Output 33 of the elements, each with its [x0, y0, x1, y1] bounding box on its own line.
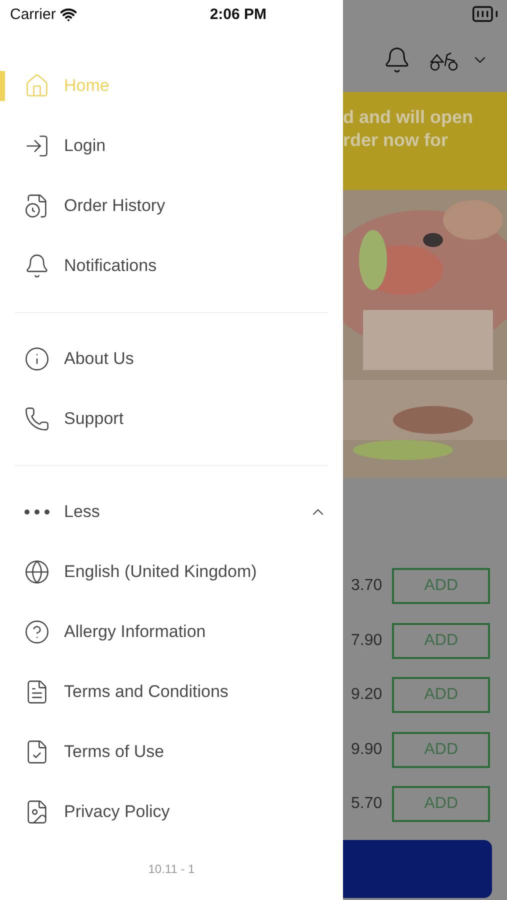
menu-item[interactable]: Terms of Use	[0, 722, 343, 782]
price-label: 7.90	[351, 632, 382, 650]
price-label: 5.70	[351, 795, 382, 813]
help-icon	[24, 619, 50, 645]
price-label: 9.20	[351, 686, 382, 704]
wifi-icon	[60, 6, 77, 22]
globe-icon	[24, 559, 50, 585]
bell-icon[interactable]	[383, 46, 411, 74]
menu-item[interactable]: About Us	[0, 329, 343, 389]
phone-icon	[24, 406, 50, 432]
menu-item[interactable]: Support	[0, 389, 343, 449]
selected-indicator	[0, 71, 5, 101]
menu-item[interactable]: English (United Kingdom)	[0, 542, 343, 602]
home-icon	[24, 73, 50, 99]
less-toggle[interactable]: Less	[0, 482, 343, 542]
status-time: 2:06 PM	[210, 6, 267, 22]
price-label: 3.70	[351, 577, 382, 595]
version-label: 10.11 - 1	[147, 862, 196, 876]
login-icon	[24, 133, 50, 159]
menu-item[interactable]: Order History	[0, 176, 343, 236]
menu-item[interactable]: Login	[0, 116, 343, 176]
more-icon	[24, 509, 50, 515]
price-label: 9.90	[351, 740, 382, 758]
menu-item[interactable]: Privacy Policy	[0, 782, 343, 842]
bell-icon	[24, 253, 50, 279]
banner-text: d and will open	[343, 106, 474, 129]
carrier-label: Carrier	[10, 6, 56, 22]
banner-text: rder now for	[343, 129, 450, 152]
checkout-bar[interactable]	[343, 840, 492, 898]
info-icon	[24, 346, 50, 372]
menu-item[interactable]: Terms and Conditions	[0, 662, 343, 722]
menu-item[interactable]: Allergy Information	[0, 602, 343, 662]
menu-item[interactable]: Notifications	[0, 236, 343, 296]
